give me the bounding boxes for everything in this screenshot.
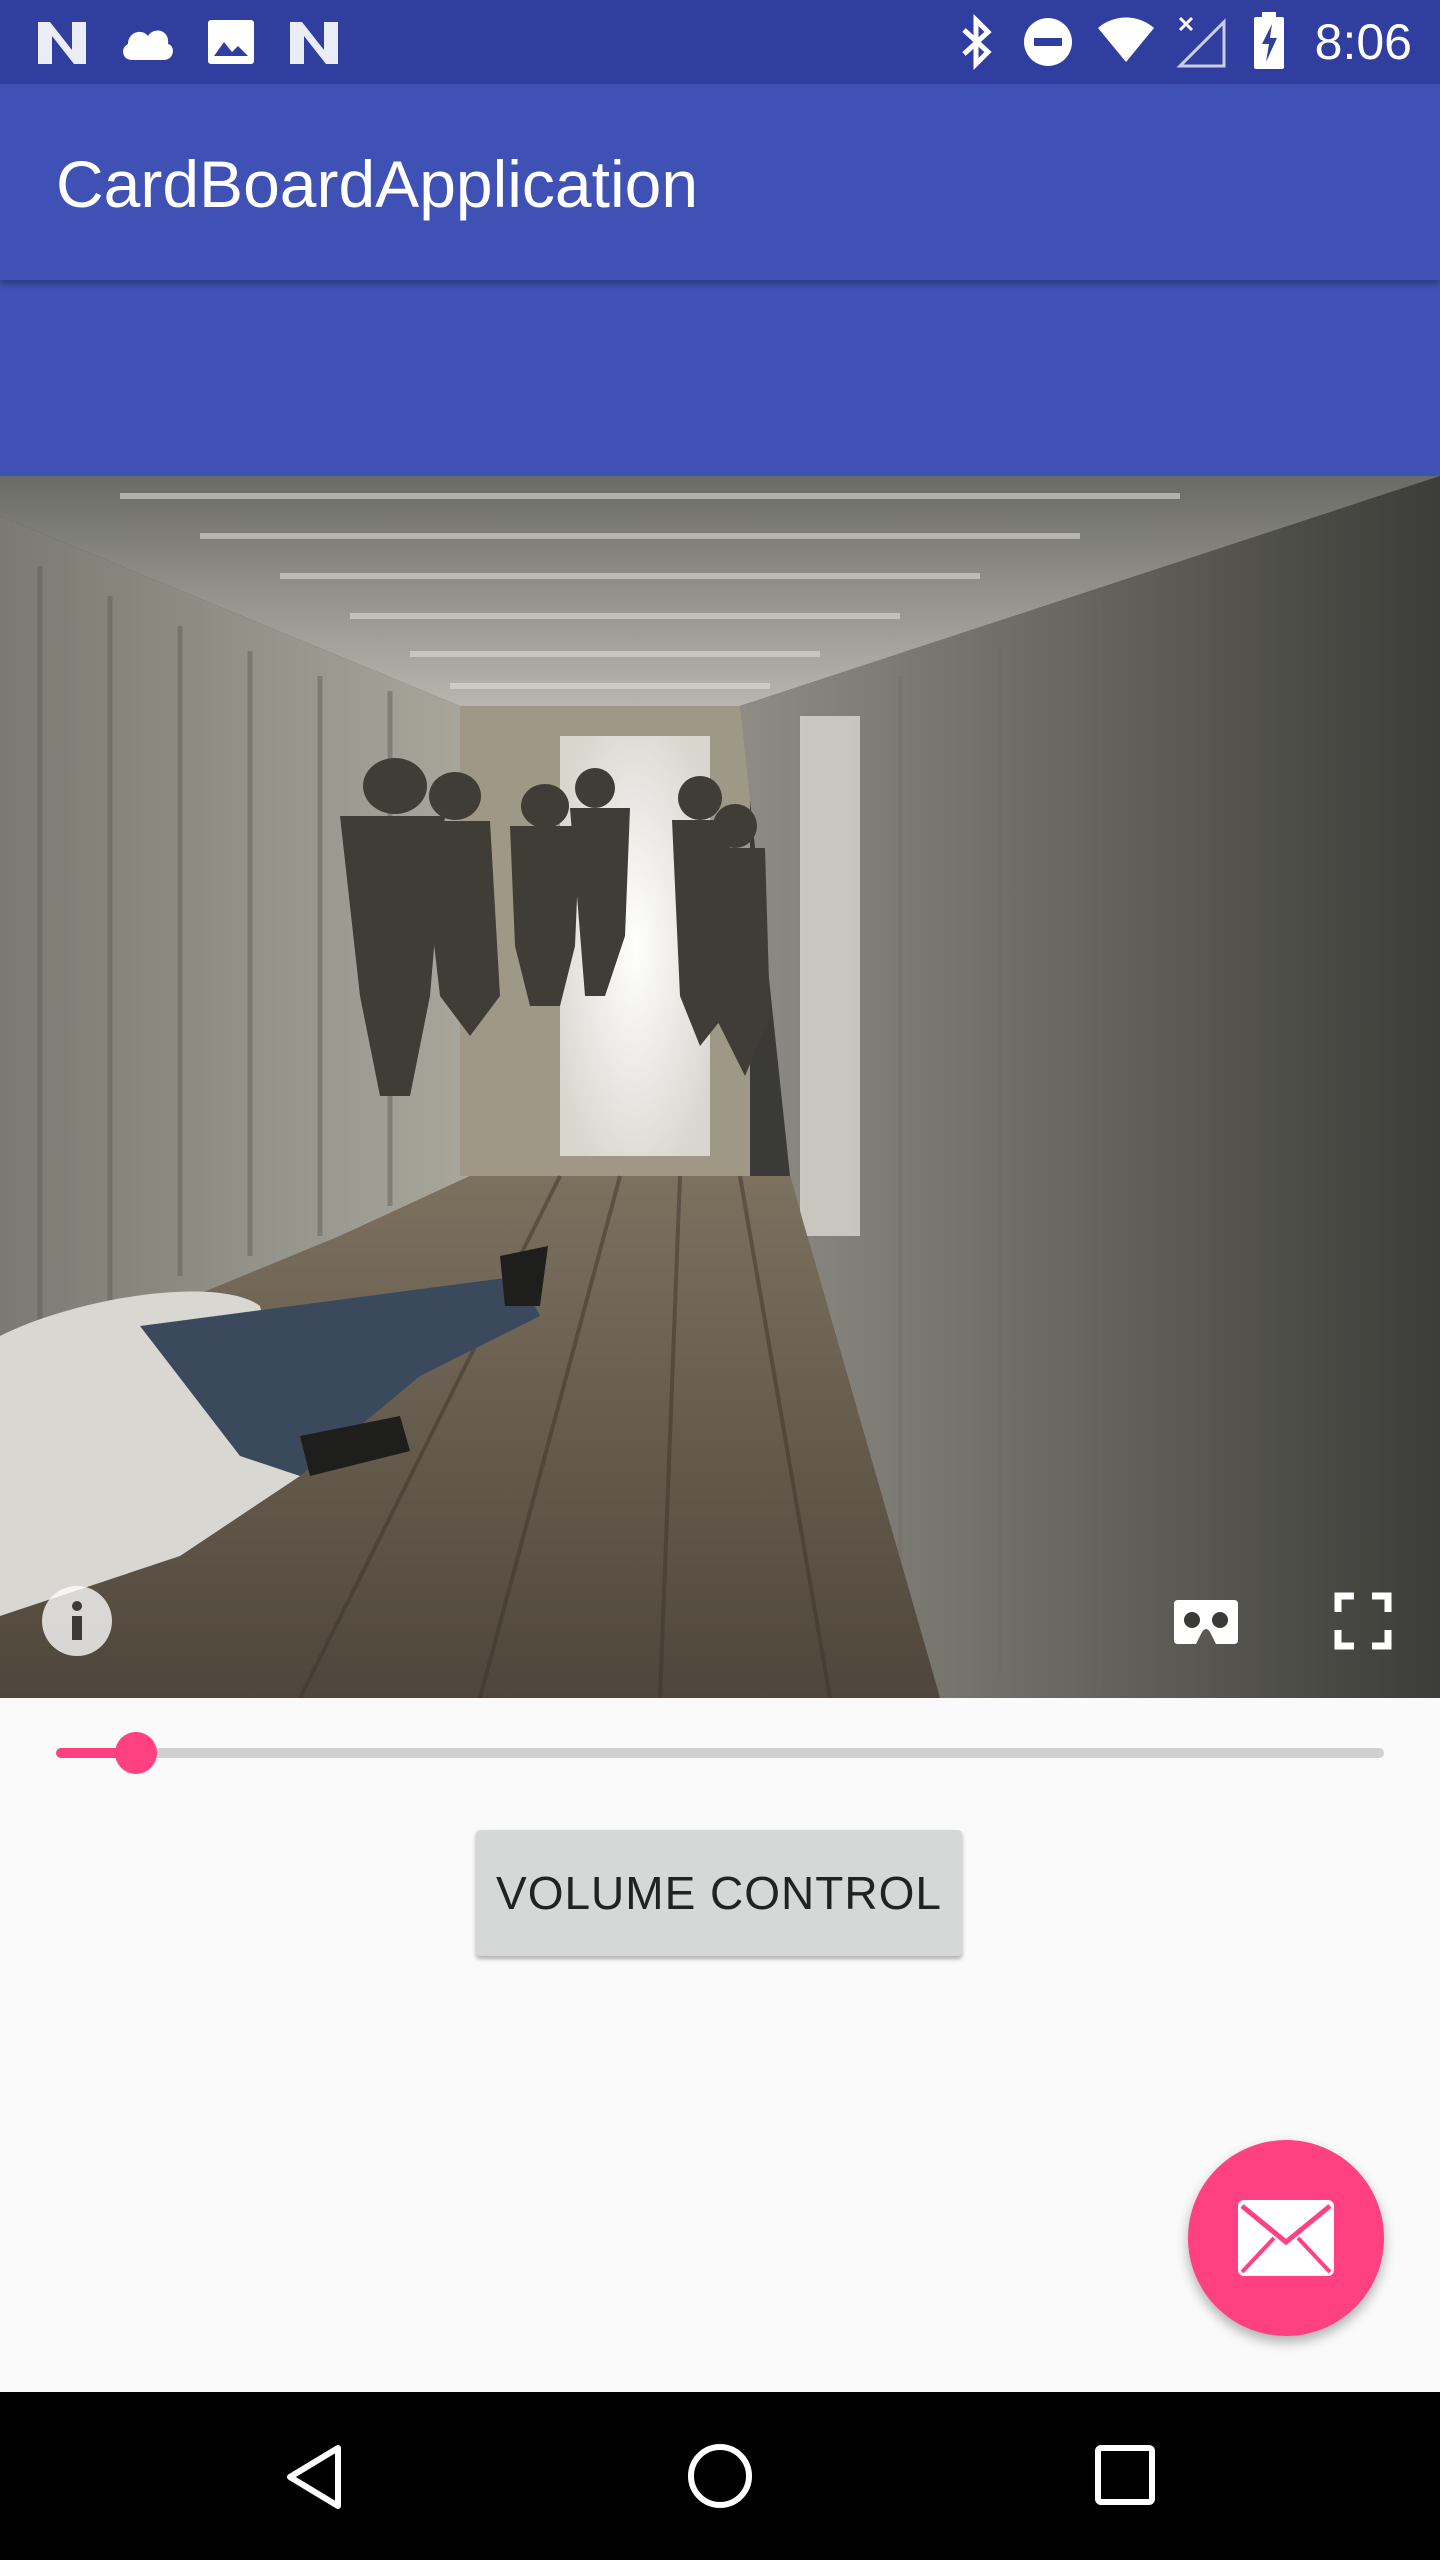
image-icon [208,20,254,64]
back-icon[interactable] [284,2444,344,2510]
n-notification-icon [38,22,86,64]
cloud-icon [123,30,173,60]
email-icon [1238,2200,1334,2276]
volume-control-button[interactable]: VOLUME CONTROL [476,1830,962,1956]
wifi-icon [1098,17,1154,62]
app-bar: CardBoardApplication [0,84,1440,280]
home-icon[interactable] [686,2442,754,2510]
do-not-disturb-icon [1024,18,1072,66]
recents-icon[interactable] [1094,2444,1156,2506]
n-notification-icon [290,22,338,64]
seek-bar[interactable] [56,1732,1384,1774]
status-time: 8:06 [1314,14,1412,70]
fullscreen-icon[interactable] [1334,1592,1392,1650]
app-title: CardBoardApplication [56,147,699,221]
video-frame [0,476,1440,1698]
no-signal-icon [1176,16,1226,68]
info-icon [72,1601,82,1640]
info-button[interactable] [42,1586,112,1656]
bluetooth-icon [962,14,992,70]
battery-charging-icon [1254,12,1284,69]
cardboard-icon[interactable] [1172,1594,1240,1650]
navigation-bar [0,2392,1440,2560]
seek-bar-thumb[interactable] [114,1732,157,1774]
email-fab-button[interactable] [1188,2140,1384,2336]
status-bar: 8:06 [0,0,1440,84]
vr-video-view[interactable] [0,476,1440,1698]
app-bar-extension [0,280,1440,476]
